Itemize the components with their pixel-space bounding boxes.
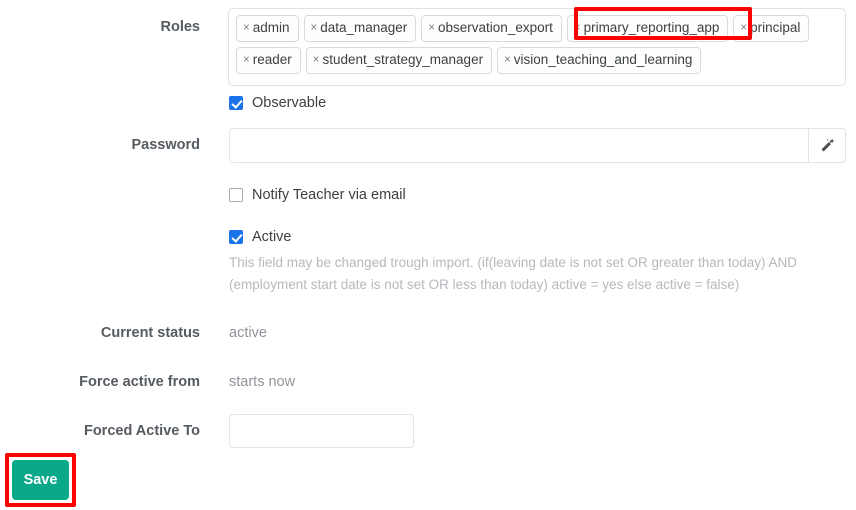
role-tag[interactable]: × data_manager [303,15,417,42]
role-tag[interactable]: × admin [236,15,299,42]
current-status-label: Current status [100,325,200,341]
active-label: Active [252,229,292,245]
role-tag-label: principal [750,20,801,35]
active-help-text: This field may be changed trough import.… [229,255,798,292]
role-tag-label: reader [252,52,292,67]
password-input-group [229,128,846,163]
role-tag[interactable]: × principal [733,15,810,42]
remove-role-icon[interactable]: × [428,20,435,36]
notify-teacher-checkbox-row[interactable]: Notify Teacher via email [229,187,406,203]
role-tag[interactable]: × student_strategy_manager [305,47,493,74]
force-active-from-value: starts now [229,374,296,390]
roles-tag-input[interactable]: × admin × data_manager × observation_export × p… [228,8,846,86]
password-input[interactable] [229,128,808,163]
remove-role-icon[interactable]: × [574,20,581,36]
role-tag-label: data_manager [320,20,408,35]
forced-active-to-input[interactable] [229,414,414,448]
active-checkbox-row[interactable]: Active [229,229,292,245]
role-tag-label: admin [252,20,290,35]
remove-role-icon[interactable]: × [504,52,511,68]
observable-label: Observable [252,95,327,111]
role-tag[interactable]: × vision_teaching_and_learning [497,47,702,74]
roles-label: Roles [160,19,201,35]
magic-wand-icon [821,138,834,152]
remove-role-icon[interactable]: × [313,52,320,68]
role-tag[interactable]: × primary_reporting_app [566,15,729,42]
password-label: Password [131,137,201,153]
role-tag-label: observation_export [438,20,553,35]
role-tag-label: vision_teaching_and_learning [513,52,693,67]
role-tag[interactable]: × observation_export [421,15,562,42]
notify-teacher-checkbox[interactable] [229,188,243,202]
generate-password-button[interactable] [808,128,846,163]
observable-checkbox-row[interactable]: Observable [229,95,326,111]
current-status-value: active [229,325,267,341]
remove-role-icon[interactable]: × [740,20,747,36]
force-active-from-label: Force active from [79,374,200,390]
notify-teacher-label: Notify Teacher via email [252,187,406,203]
forced-active-to-label: Forced Active To [83,423,200,439]
role-tag-label: student_strategy_manager [322,52,484,67]
remove-role-icon[interactable]: × [311,20,318,36]
active-checkbox[interactable] [229,230,243,244]
role-tag-label: primary_reporting_app [583,20,720,35]
remove-role-icon[interactable]: × [243,20,250,36]
role-tag[interactable]: × reader [236,47,301,74]
save-button[interactable]: Save [12,460,69,500]
remove-role-icon[interactable]: × [243,52,250,68]
observable-checkbox[interactable] [229,96,243,110]
